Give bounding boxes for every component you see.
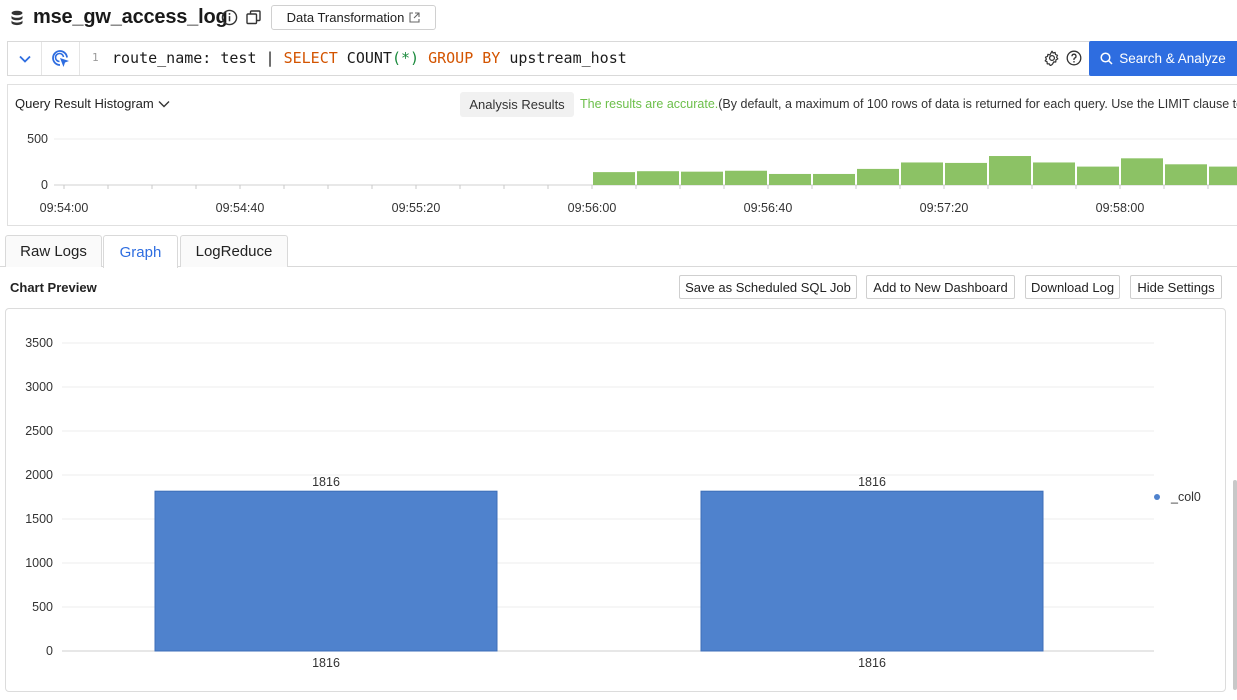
expand-query-button[interactable] (8, 42, 42, 75)
query-input[interactable]: route_name: test | SELECT COUNT(*) GROUP… (112, 49, 627, 67)
chart-y-tick: 3000 (25, 380, 53, 394)
gear-icon[interactable] (1044, 50, 1060, 66)
histogram-bar[interactable] (901, 162, 943, 185)
view-tabs: Raw Logs Graph LogReduce (0, 235, 1237, 268)
chart-bar[interactable] (154, 490, 498, 652)
database-icon (11, 10, 23, 26)
analysis-results-button[interactable]: Analysis Results (460, 92, 574, 117)
chart-x-tick: 1816 (858, 656, 886, 670)
histogram-bar[interactable] (813, 173, 855, 185)
histogram-toggle[interactable]: Query Result Histogram (15, 96, 170, 111)
tab-graph[interactable]: Graph (103, 235, 178, 268)
histogram-bar[interactable] (1077, 166, 1119, 185)
query-token: COUNT (337, 49, 392, 67)
histogram-bar[interactable] (681, 171, 723, 185)
chart-y-tick: 3500 (25, 336, 53, 350)
accuracy-message: The results are accurate.(By default, a … (580, 97, 1237, 111)
cursor-target-icon (51, 49, 69, 67)
chart-preview-title: Chart Preview (10, 280, 97, 295)
accuracy-text: The results are accurate. (580, 97, 719, 111)
histogram-x-tick: 09:57:20 (920, 201, 969, 215)
histogram-bar[interactable] (769, 173, 811, 185)
histogram-bar[interactable] (1209, 166, 1237, 185)
help-icon[interactable] (1066, 50, 1082, 66)
chart-bar[interactable] (700, 490, 1044, 652)
histogram-bar[interactable] (593, 172, 635, 185)
chart-y-tick: 1500 (25, 512, 53, 526)
chevron-down-icon (18, 55, 31, 63)
save-scheduled-sql-button[interactable]: Save as Scheduled SQL Job (679, 275, 857, 299)
chart-y-tick: 0 (46, 644, 53, 658)
histogram-panel: Query Result Histogram Analysis Results … (7, 84, 1237, 226)
histogram-x-tick: 09:54:00 (40, 201, 89, 215)
histogram-title: Query Result Histogram (15, 96, 154, 111)
histogram-x-tick: 09:55:20 (392, 201, 441, 215)
hide-settings-button[interactable]: Hide Settings (1130, 275, 1222, 299)
histogram-bar[interactable] (1033, 162, 1075, 185)
page-title: mse_gw_access_log (33, 6, 228, 28)
histogram-x-tick: 09:54:40 (216, 201, 265, 215)
histogram-x-tick: 09:56:40 (744, 201, 793, 215)
query-token: GROUP BY (428, 49, 501, 67)
external-link-icon (409, 12, 420, 23)
chart-x-tick: 1816 (312, 656, 340, 670)
data-transformation-label: Data Transformation (286, 10, 405, 25)
search-analyze-button[interactable]: Search & Analyze (1089, 41, 1237, 76)
line-number: 1 (92, 51, 99, 64)
chart-y-tick: 1000 (25, 556, 53, 570)
download-log-button[interactable]: Download Log (1025, 275, 1120, 299)
chart-y-tick: 2000 (25, 468, 53, 482)
query-token: SELECT (283, 49, 338, 67)
query-token: upstream_host (500, 49, 627, 67)
query-token: (*) (391, 49, 420, 67)
histogram-x-tick: 09:56:00 (568, 201, 617, 215)
histogram-bar[interactable] (989, 156, 1031, 185)
histogram-bar[interactable] (637, 171, 679, 185)
histogram-y-tick: 500 (27, 132, 48, 146)
histogram-chart[interactable]: 500 0 09:54:00 09:54:40 09:55:20 09:56:00 09:5… (8, 121, 1237, 221)
histogram-bar[interactable] (1165, 164, 1207, 185)
query-token: route_name: test | (112, 49, 284, 67)
histogram-bar[interactable] (857, 168, 899, 185)
histogram-bar[interactable] (1121, 158, 1163, 185)
chart-y-tick: 2500 (25, 424, 53, 438)
chart-data-label: 1816 (312, 475, 340, 489)
search-analyze-label: Search & Analyze (1119, 51, 1226, 66)
legend-dot (1154, 494, 1160, 500)
vertical-scrollbar[interactable] (1233, 480, 1237, 690)
chevron-down-icon (158, 100, 170, 107)
chart-panel: 0 500 1000 1500 2000 2500 3000 3500 1816 1816 1816… (5, 308, 1226, 692)
histogram-y-tick: 0 (41, 178, 48, 192)
histogram-x-tick: 09:58:00 (1096, 201, 1145, 215)
query-token (419, 49, 428, 67)
query-bar: 1 route_name: test | SELECT COUNT(*) GRO… (7, 41, 1237, 76)
chart-data-label: 1816 (858, 475, 886, 489)
search-icon (1100, 52, 1113, 65)
histogram-bar[interactable] (945, 162, 987, 185)
copy-icon[interactable] (246, 10, 261, 25)
chart-y-tick: 500 (32, 600, 53, 614)
tab-raw-logs[interactable]: Raw Logs (5, 235, 102, 267)
query-assistant-button[interactable] (42, 42, 80, 75)
bar-chart: 0 500 1000 1500 2000 2500 3000 3500 1816 1816 1816… (25, 336, 1201, 670)
legend-item[interactable]: _col0 (1170, 490, 1201, 504)
add-to-dashboard-button[interactable]: Add to New Dashboard (866, 275, 1015, 299)
accuracy-info: (By default, a maximum of 100 rows of da… (718, 97, 1237, 111)
data-transformation-button[interactable]: Data Transformation (271, 5, 436, 30)
histogram-bar[interactable] (725, 170, 767, 185)
tab-logreduce[interactable]: LogReduce (180, 235, 288, 267)
info-icon[interactable] (221, 9, 238, 26)
